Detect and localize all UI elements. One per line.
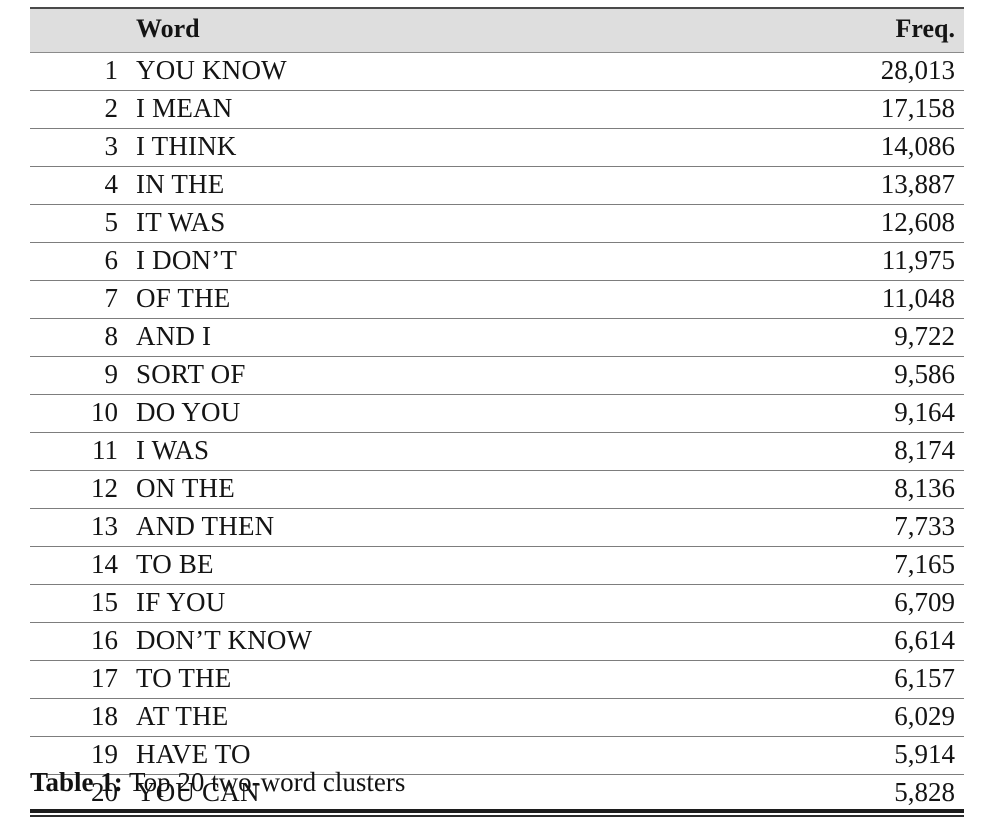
cell-rank: 15 xyxy=(30,584,118,623)
cell-freq: 9,722 xyxy=(808,318,964,357)
cell-freq: 6,157 xyxy=(808,660,964,699)
cell-word: AND THEN xyxy=(118,508,808,547)
cell-word: AND I xyxy=(118,318,808,357)
table-bottom-rule-thick xyxy=(30,814,964,817)
cell-word: I THINK xyxy=(118,128,808,167)
caption-body: Top 20 two-word clusters xyxy=(129,767,406,797)
cell-rank: 4 xyxy=(30,166,118,205)
cell-freq: 11,975 xyxy=(808,242,964,281)
table-caption-block: Table 1: Top 20 two-word clusters xyxy=(30,760,964,814)
table-row: 10 DO YOU 9,164 xyxy=(30,394,964,433)
cell-freq: 14,086 xyxy=(808,128,964,167)
table-row: 18 AT THE 6,029 xyxy=(30,698,964,737)
cell-word: YOU KNOW xyxy=(118,52,808,91)
cell-freq: 13,887 xyxy=(808,166,964,205)
table-caption: Table 1: Top 20 two-word clusters xyxy=(30,760,964,809)
caption-label: Table 1: xyxy=(30,767,123,797)
table-row: 7 OF THE 11,048 xyxy=(30,280,964,319)
table-page: Word Freq. 1 YOU KNOW 28,013 2 I MEAN 17,158 3… xyxy=(0,0,998,836)
cell-rank: 5 xyxy=(30,204,118,243)
column-header-freq: Freq. xyxy=(808,9,964,53)
cell-rank: 12 xyxy=(30,470,118,509)
table-row: 17 TO THE 6,157 xyxy=(30,660,964,699)
cell-word: IF YOU xyxy=(118,584,808,623)
cell-word: AT THE xyxy=(118,698,808,737)
cell-word: IN THE xyxy=(118,166,808,205)
two-word-cluster-table: Word Freq. 1 YOU KNOW 28,013 2 I MEAN 17,158 3… xyxy=(30,9,964,812)
cell-rank: 3 xyxy=(30,128,118,167)
cell-rank: 2 xyxy=(30,90,118,129)
table-row: 8 AND I 9,722 xyxy=(30,318,964,357)
cell-word: IT WAS xyxy=(118,204,808,243)
cell-rank: 17 xyxy=(30,660,118,699)
cell-rank: 13 xyxy=(30,508,118,547)
cell-freq: 9,586 xyxy=(808,356,964,395)
cell-word: ON THE xyxy=(118,470,808,509)
table-row: 1 YOU KNOW 28,013 xyxy=(30,52,964,91)
table-row: 3I THINK 14,086 xyxy=(30,128,964,167)
cell-freq: 12,608 xyxy=(808,204,964,243)
cell-word: I WAS xyxy=(118,432,808,471)
cell-freq: 6,614 xyxy=(808,622,964,661)
table-header-row: Word Freq. xyxy=(30,9,964,53)
cell-rank: 14 xyxy=(30,546,118,585)
column-header-word: Word xyxy=(118,9,808,53)
cell-rank: 16 xyxy=(30,622,118,661)
table-row: 15 IF YOU 6,709 xyxy=(30,584,964,623)
cell-word: TO BE xyxy=(118,546,808,585)
cell-freq: 7,733 xyxy=(808,508,964,547)
table-row: 6I DON’T 11,975 xyxy=(30,242,964,281)
cell-word: TO THE xyxy=(118,660,808,699)
table-row: 12 ON THE 8,136 xyxy=(30,470,964,509)
caption-bottom-rule xyxy=(30,809,964,814)
table-row: 11 I WAS 8,174 xyxy=(30,432,964,471)
cell-freq: 28,013 xyxy=(808,52,964,91)
cell-freq: 6,029 xyxy=(808,698,964,737)
frequency-table-block: Word Freq. 1 YOU KNOW 28,013 2 I MEAN 17,158 3… xyxy=(30,7,964,817)
cell-freq: 7,165 xyxy=(808,546,964,585)
cell-freq: 9,164 xyxy=(808,394,964,433)
cell-rank: 6 xyxy=(30,242,118,281)
column-header-rank xyxy=(30,9,118,53)
cell-word: I DON’T xyxy=(118,242,808,281)
table-row: 13 AND THEN 7,733 xyxy=(30,508,964,547)
table-row: 16 DON’T KNOW 6,614 xyxy=(30,622,964,661)
table-row: 9 SORT OF 9,586 xyxy=(30,356,964,395)
table-row: 4 IN THE 13,887 xyxy=(30,166,964,205)
cell-rank: 9 xyxy=(30,356,118,395)
table-header: Word Freq. xyxy=(30,9,964,53)
cell-word: SORT OF xyxy=(118,356,808,395)
cell-word: OF THE xyxy=(118,280,808,319)
table-row: 2I MEAN 17,158 xyxy=(30,90,964,129)
cell-word: DO YOU xyxy=(118,394,808,433)
cell-rank: 8 xyxy=(30,318,118,357)
cell-freq: 17,158 xyxy=(808,90,964,129)
cell-rank: 1 xyxy=(30,52,118,91)
cell-freq: 11,048 xyxy=(808,280,964,319)
table-row: 5 IT WAS 12,608 xyxy=(30,204,964,243)
cell-word: DON’T KNOW xyxy=(118,622,808,661)
table-body: 1 YOU KNOW 28,013 2 I MEAN 17,158 3 I THINK 14,0… xyxy=(30,52,964,812)
table-row: 14 TO BE 7,165 xyxy=(30,546,964,585)
cell-freq: 8,174 xyxy=(808,432,964,471)
cell-freq: 8,136 xyxy=(808,470,964,509)
cell-rank: 10 xyxy=(30,394,118,433)
cell-rank: 18 xyxy=(30,698,118,737)
cell-word: I MEAN xyxy=(118,90,808,129)
cell-rank: 11 xyxy=(30,432,118,471)
cell-freq: 6,709 xyxy=(808,584,964,623)
cell-rank: 7 xyxy=(30,280,118,319)
